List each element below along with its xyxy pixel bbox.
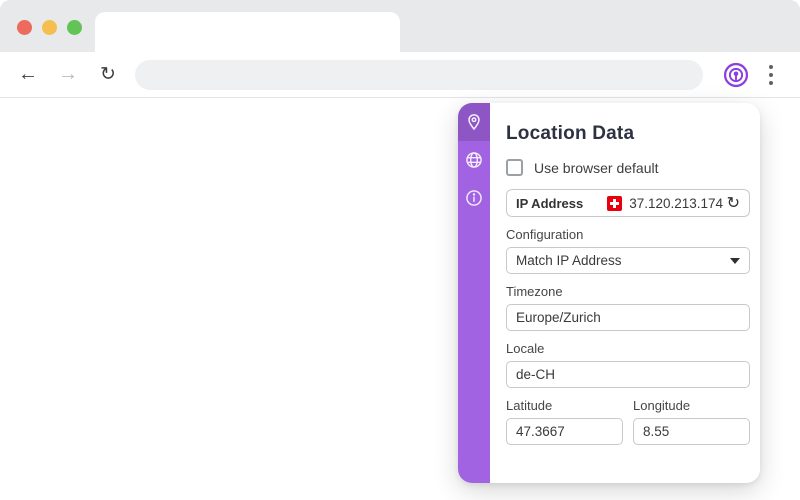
browser-window: ← → ↻ Location Data Use browser default … [0,0,800,500]
coordinates-row: Latitude Longitude [506,388,750,445]
configuration-group: Configuration Match IP Address [506,227,750,274]
timezone-label: Timezone [506,284,563,299]
locale-label: Locale [506,341,545,356]
vytal-extension-icon[interactable] [721,60,751,90]
latitude-label: Latitude [506,398,553,413]
kebab-menu-icon[interactable] [759,60,783,90]
chevron-down-icon [730,257,740,264]
configuration-value: Match IP Address [516,253,622,268]
browser-toolbar: ← → ↻ [0,52,800,98]
latitude-input[interactable] [506,418,623,445]
sidebar-tab-info[interactable] [458,179,490,217]
page-title: Location Data [506,123,635,144]
use-browser-default-row: Use browser default [506,159,750,176]
extension-popup: Location Data Use browser default IP Add… [458,103,760,483]
refresh-ip-icon[interactable]: ↻ [727,195,740,211]
use-browser-default-checkbox[interactable] [506,159,523,176]
reload-icon[interactable]: ↻ [93,60,123,90]
info-icon [466,190,482,206]
minimize-window-button[interactable] [42,20,57,35]
browser-tab[interactable] [95,12,400,52]
locale-input[interactable] [506,361,750,388]
ip-address-value: 37.120.213.174 [629,195,724,211]
tab-strip [0,0,800,52]
switzerland-flag-icon [607,195,623,211]
configuration-select[interactable]: Match IP Address [506,247,750,274]
timezone-input[interactable] [506,304,750,331]
location-pin-icon [468,114,480,131]
sidebar-tab-globe[interactable] [458,141,490,179]
forward-icon[interactable]: → [53,60,83,90]
ip-address-row: IP Address 37.120.213.174 ↻ [506,189,750,217]
close-window-button[interactable] [17,20,32,35]
longitude-group: Longitude [633,398,750,445]
latitude-group: Latitude [506,398,623,445]
longitude-input[interactable] [633,418,750,445]
locale-group: Locale [506,341,750,388]
ip-address-label: IP Address [516,195,584,211]
timezone-group: Timezone [506,284,750,331]
back-icon[interactable]: ← [13,60,43,90]
window-controls [17,20,82,35]
globe-icon [466,152,482,168]
configuration-label: Configuration [506,227,584,242]
address-bar[interactable] [135,59,703,90]
popup-panel: Location Data Use browser default IP Add… [490,103,760,483]
longitude-label: Longitude [633,398,691,413]
page-content: Location Data Use browser default IP Add… [0,99,800,500]
maximize-window-button[interactable] [67,20,82,35]
address-input[interactable] [149,67,689,82]
sidebar-tab-location[interactable] [458,103,490,141]
use-browser-default-label: Use browser default [534,159,659,176]
popup-sidebar [458,103,490,483]
